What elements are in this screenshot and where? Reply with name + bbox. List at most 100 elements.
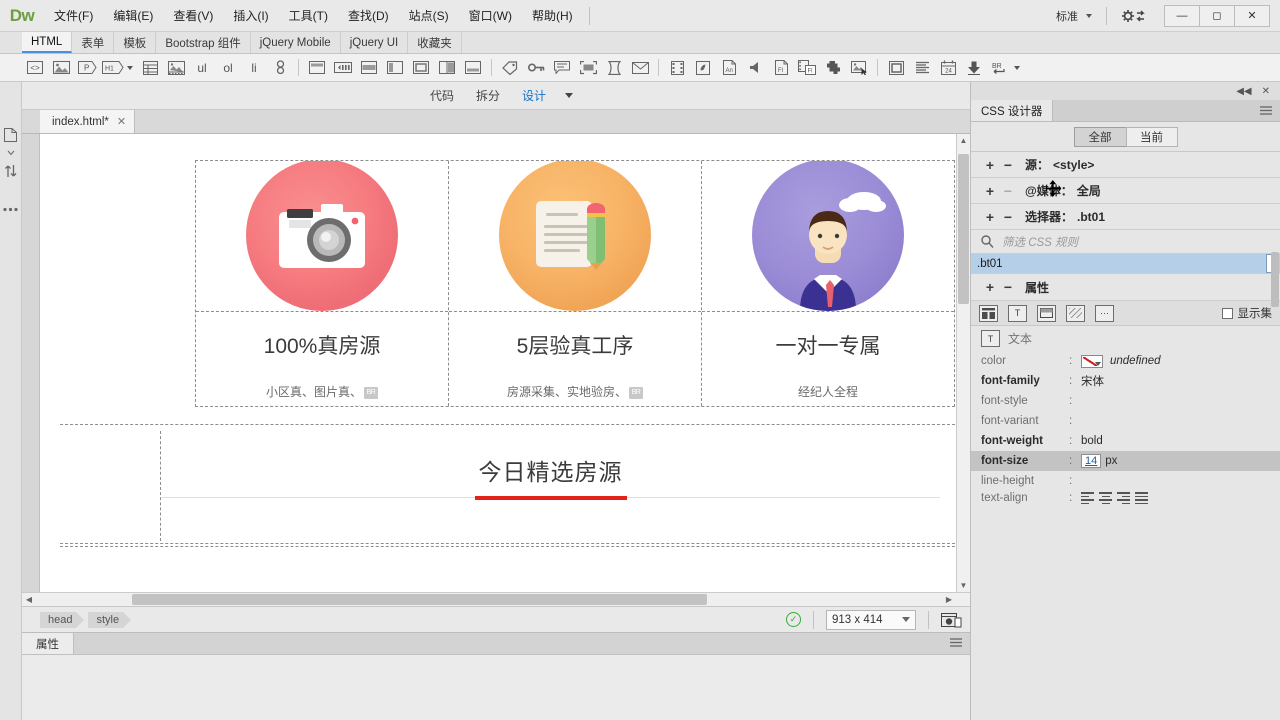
search-icon[interactable] xyxy=(981,235,994,248)
download-icon[interactable] xyxy=(961,56,987,80)
view-design-button[interactable]: 设计 xyxy=(511,82,557,109)
menu-site[interactable]: 站点(S) xyxy=(399,0,459,31)
table-icon[interactable] xyxy=(137,56,163,80)
css-prop-font-style[interactable]: font-style : xyxy=(971,391,1280,411)
design-page[interactable]: 100%真房源 小区真、图片真、BR 价格真、业主真、状态真 xyxy=(40,134,956,592)
dom-panel-icon[interactable] xyxy=(1,122,21,148)
main-icon[interactable] xyxy=(356,56,382,80)
feature-column-2[interactable]: 5层验真工序 房源采集、实地验房、BR 现场拍照、调价跟踪、出租跟踪 xyxy=(449,161,702,406)
header-icon[interactable] xyxy=(304,56,330,80)
remove-property-icon[interactable]: − xyxy=(999,279,1017,295)
align-left-icon[interactable] xyxy=(1081,492,1094,504)
css-mode-current-button[interactable]: 当前 xyxy=(1125,126,1178,147)
text-icon[interactable]: T xyxy=(1008,304,1027,322)
flash-swf-icon[interactable]: Fl xyxy=(768,56,794,80)
remove-selector-icon[interactable]: − xyxy=(999,209,1017,225)
align-justify-icon[interactable] xyxy=(1135,492,1148,504)
rollover-image-icon[interactable] xyxy=(846,56,872,80)
figure-icon[interactable] xyxy=(163,56,189,80)
close-icon[interactable]: ✕ xyxy=(117,115,126,128)
css-selectors-value[interactable]: .bt01 xyxy=(1077,210,1105,224)
scroll-down-icon[interactable]: ▼ xyxy=(960,581,968,590)
script-icon[interactable] xyxy=(601,56,627,80)
font-size-input[interactable]: 14 xyxy=(1081,454,1102,468)
heading-chevron-down-icon[interactable] xyxy=(127,65,133,70)
dom-chevron-icon[interactable] xyxy=(1,148,21,158)
scroll-right-icon[interactable]: ▶ xyxy=(942,595,956,604)
css-media-row[interactable]: + − @媒体： 全局 xyxy=(971,178,1280,204)
plugin-icon[interactable] xyxy=(820,56,846,80)
css-prop-font-family-value[interactable]: 宋体 xyxy=(1081,373,1104,389)
remove-source-icon[interactable]: − xyxy=(999,157,1017,173)
tab-favorites[interactable]: 收藏夹 xyxy=(408,32,462,53)
chevron-down-icon[interactable] xyxy=(902,617,910,622)
tab-jquery-ui[interactable]: jQuery UI xyxy=(340,32,409,53)
css-prop-text-align[interactable]: text-align : xyxy=(971,491,1280,505)
css-sources-row[interactable]: + − 源： <style> xyxy=(971,152,1280,178)
css-prop-font-family[interactable]: font-family : 宋体 xyxy=(971,371,1280,391)
collapse-panel-icon[interactable]: ◀◀ xyxy=(1236,86,1251,97)
css-selector-item-bt01[interactable]: .bt01 xyxy=(971,254,1280,274)
font-size-unit[interactable]: px xyxy=(1105,455,1117,467)
vertical-scroll-thumb[interactable] xyxy=(958,154,969,304)
menu-find[interactable]: 查找(D) xyxy=(338,0,399,31)
window-size-select[interactable]: 913 x 414 xyxy=(826,609,916,630)
horizontal-scroll-thumb[interactable] xyxy=(132,594,707,605)
css-prop-font-size[interactable]: font-size : 14 px xyxy=(971,451,1280,471)
heading-icon[interactable]: H1 xyxy=(100,56,126,80)
chevron-down-icon[interactable] xyxy=(1095,361,1101,366)
scroll-up-icon[interactable]: ▲ xyxy=(960,136,968,145)
close-button[interactable]: ✕ xyxy=(1234,4,1270,27)
background-icon[interactable] xyxy=(1066,304,1085,322)
menu-file[interactable]: 文件(F) xyxy=(44,0,103,31)
maximize-button[interactable]: ◻ xyxy=(1199,4,1235,27)
tab-properties[interactable]: 属性 xyxy=(22,633,74,654)
date-icon[interactable]: 24 xyxy=(935,56,961,80)
tag-chip-head[interactable]: head xyxy=(40,611,86,628)
image-icon[interactable] xyxy=(48,56,74,80)
feature-column-1[interactable]: 100%真房源 小区真、图片真、BR 价格真、业主真、状态真 xyxy=(196,161,449,406)
hamburger-icon[interactable] xyxy=(950,638,962,647)
css-prop-font-variant[interactable]: font-variant : xyxy=(971,411,1280,431)
tab-form[interactable]: 表单 xyxy=(72,32,115,53)
add-selector-icon[interactable]: + xyxy=(981,209,999,225)
section-icon[interactable] xyxy=(434,56,460,80)
transfer-icon[interactable] xyxy=(1,158,21,184)
more-icon[interactable]: ··· xyxy=(1095,304,1114,322)
align-center-icon[interactable] xyxy=(1099,492,1112,504)
chevron-down-icon[interactable] xyxy=(1086,13,1092,18)
minimize-button[interactable]: — xyxy=(1164,4,1200,27)
tab-jquery-mobile[interactable]: jQuery Mobile xyxy=(250,32,341,53)
color-swatch[interactable] xyxy=(1081,354,1103,368)
hamburger-icon[interactable] xyxy=(1260,106,1272,115)
text-align-options[interactable] xyxy=(1081,492,1148,504)
view-split-button[interactable]: 拆分 xyxy=(465,82,511,109)
featured-listings-section[interactable]: 今日精选房源 xyxy=(60,424,956,544)
canvas-horizontal-scrollbar[interactable]: ◀ ▶ xyxy=(22,592,970,606)
navigation-icon[interactable] xyxy=(330,56,356,80)
tab-template[interactable]: 模板 xyxy=(114,32,157,53)
workspace-label[interactable]: 标准 xyxy=(1046,8,1082,24)
article-icon[interactable] xyxy=(408,56,434,80)
layout-icon[interactable] xyxy=(979,304,998,322)
paragraph-block-icon[interactable] xyxy=(909,56,935,80)
code-icon[interactable]: <> xyxy=(22,56,48,80)
css-media-value[interactable]: 全局 xyxy=(1077,182,1101,199)
css-prop-color[interactable]: color : undefined xyxy=(971,351,1280,371)
scroll-left-icon[interactable]: ◀ xyxy=(22,595,36,604)
hyperlink-icon[interactable] xyxy=(267,56,293,80)
gear-sync-icon[interactable] xyxy=(1109,9,1159,23)
tab-css-designer[interactable]: CSS 设计器 xyxy=(971,100,1054,121)
css-prop-color-value[interactable]: undefined xyxy=(1110,355,1161,367)
add-property-icon[interactable]: + xyxy=(981,279,999,295)
footer-icon[interactable] xyxy=(460,56,486,80)
audio-icon[interactable] xyxy=(742,56,768,80)
animation-asset-icon[interactable]: An xyxy=(716,56,742,80)
key-icon[interactable] xyxy=(523,56,549,80)
menu-window[interactable]: 窗口(W) xyxy=(459,0,522,31)
screen-icon[interactable] xyxy=(575,56,601,80)
canvas-vertical-scrollbar[interactable]: ▲ ▼ xyxy=(956,134,970,592)
menu-tools[interactable]: 工具(T) xyxy=(279,0,338,31)
tag-chip-style[interactable]: style xyxy=(88,611,131,628)
li-icon[interactable]: li xyxy=(241,56,267,80)
